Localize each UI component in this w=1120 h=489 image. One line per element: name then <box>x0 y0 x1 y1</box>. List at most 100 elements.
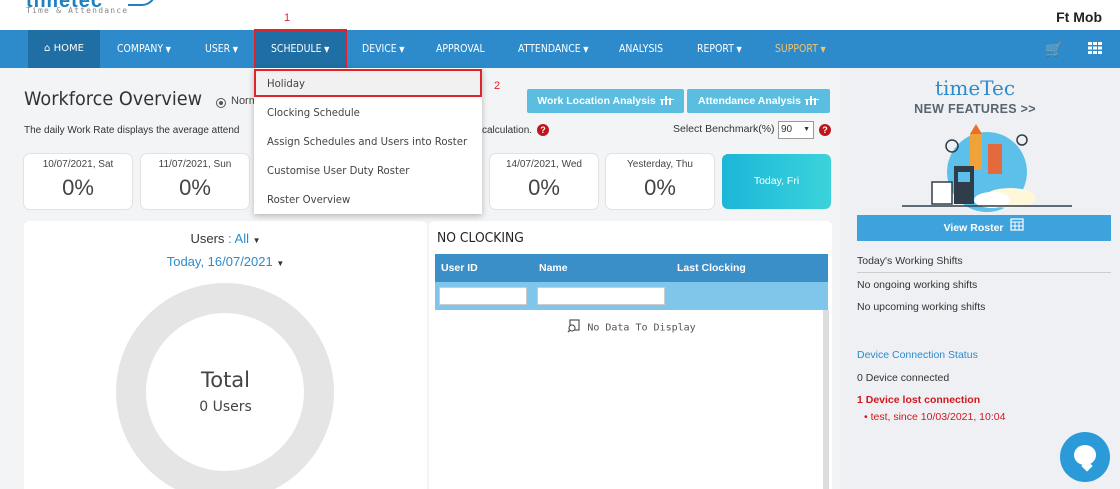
bar-chart-icon <box>804 90 819 105</box>
nav-company-label: COMPANY <box>117 42 164 55</box>
work-location-analysis-label: Work Location Analysis <box>537 95 656 107</box>
no-ongoing-shifts: No ongoing working shifts <box>857 279 978 291</box>
description-end: calculation. <box>482 125 533 136</box>
nav-device[interactable]: DEVICE ▼ <box>362 30 404 68</box>
day-card-date: 10/07/2021, Sat <box>42 159 114 170</box>
cart-icon[interactable]: 🛒 <box>1045 41 1062 58</box>
normal-radio[interactable] <box>216 98 226 108</box>
page-title: Workforce Overview <box>24 88 203 110</box>
nav-home-label: HOME <box>53 43 84 54</box>
today-card[interactable]: Today, Fri <box>722 154 831 209</box>
day-card[interactable]: Yesterday, Thu 0% <box>606 154 714 209</box>
working-shifts-title: Today's Working Shifts <box>857 255 963 267</box>
menu-item-assign-schedules[interactable]: Assign Schedules and Users into Roster <box>267 135 467 148</box>
caret-down-icon: ▼ <box>803 126 810 133</box>
menu-item-roster-overview[interactable]: Roster Overview <box>267 193 350 206</box>
attendance-analysis-button[interactable]: Attendance Analysis <box>687 89 830 113</box>
top-header: timetec Time & Attendance Ft Mob <box>0 0 1120 30</box>
view-roster-button[interactable]: View Roster <box>857 215 1111 241</box>
user-id-filter-input[interactable] <box>439 287 527 305</box>
day-card-rate: 0% <box>644 175 676 200</box>
grid-menu-icon[interactable] <box>1087 40 1103 59</box>
help-icon[interactable]: ? <box>537 124 549 136</box>
caret-down-icon: ▼ <box>583 45 589 54</box>
nav-support-label: SUPPORT <box>775 42 818 55</box>
day-card[interactable]: 14/07/2021, Wed 0% <box>490 154 598 209</box>
donut-total-users: 0 Users <box>199 399 252 415</box>
nav-analysis[interactable]: ANALYSIS <box>619 30 663 68</box>
new-features-illustration <box>892 120 1082 217</box>
chat-bubble-button[interactable] <box>1060 432 1110 482</box>
nav-approval[interactable]: APPROVAL <box>436 30 485 68</box>
caret-down-icon: ▼ <box>232 45 238 54</box>
device-status-link[interactable]: Device Connection Status <box>857 349 978 361</box>
bar-chart-icon <box>659 90 674 105</box>
nav-report-label: REPORT <box>697 42 734 55</box>
no-clocking-table-header: User ID Name Last Clocking <box>435 254 828 282</box>
column-name[interactable]: Name <box>539 254 568 282</box>
donut-total-label: Total <box>200 368 251 392</box>
nav-approval-label: APPROVAL <box>436 42 485 55</box>
no-clocking-filter-row <box>435 282 828 310</box>
home-icon: ⌂ <box>44 43 51 54</box>
nav-report[interactable]: REPORT ▼ <box>697 30 742 68</box>
day-card-rate: 0% <box>62 175 94 200</box>
name-filter-input[interactable] <box>537 287 665 305</box>
table-scrollbar[interactable] <box>823 310 829 489</box>
day-card-rate: 0% <box>528 175 560 200</box>
column-user-id[interactable]: User ID <box>441 254 478 282</box>
benchmark-select[interactable]: 90 ▼ <box>778 121 814 139</box>
day-card[interactable]: 10/07/2021, Sat 0% <box>24 154 132 209</box>
help-icon[interactable]: ? <box>819 124 831 136</box>
users-label: Users <box>190 231 225 246</box>
view-roster-label: View Roster <box>943 222 1004 234</box>
caret-down-icon[interactable]: ▼ <box>253 236 261 245</box>
users-filter-value: All <box>234 231 249 246</box>
device-lost-count: 1 Device lost connection <box>857 394 981 406</box>
date-selector[interactable]: Today, 16/07/2021 ▼ <box>24 254 427 269</box>
users-filter-dropdown[interactable]: : All <box>228 231 249 246</box>
nav-home[interactable]: ⌂ HOME <box>28 30 100 68</box>
no-data-icon <box>567 319 581 336</box>
calendar-icon <box>1010 215 1025 241</box>
work-location-analysis-button[interactable]: Work Location Analysis <box>527 89 684 113</box>
caret-down-icon: ▼ <box>165 45 171 54</box>
menu-item-customise-roster[interactable]: Customise User Duty Roster <box>267 164 409 177</box>
caret-down-icon: ▼ <box>399 45 405 54</box>
no-clocking-title: NO CLOCKING <box>437 231 524 246</box>
annotation-step-1: 1 <box>284 12 291 24</box>
day-card[interactable]: 11/07/2021, Sun 0% <box>141 154 249 209</box>
no-clocking-panel: NO CLOCKING User ID Name Last Clocking N… <box>429 221 832 489</box>
caret-down-icon: ▼ <box>820 45 826 54</box>
caret-down-icon: ▼ <box>736 45 742 54</box>
nav-user[interactable]: USER ▼ <box>205 30 238 68</box>
logo-arc-icon <box>128 0 156 6</box>
device-lost-item: • test, since 10/03/2021, 10:04 <box>864 411 1006 423</box>
no-data-message: No Data To Display <box>429 319 834 336</box>
benchmark-label: Select Benchmark(%) <box>673 123 775 135</box>
annotation-step-2: 2 <box>494 80 501 92</box>
device-lost-item-text: test, since 10/03/2021, 10:04 <box>870 411 1006 423</box>
caret-down-icon: ▼ <box>276 259 285 268</box>
day-card-rate: 0% <box>179 175 211 200</box>
menu-item-clocking-schedule[interactable]: Clocking Schedule <box>267 106 360 119</box>
nav-company[interactable]: COMPANY ▼ <box>117 30 171 68</box>
main-navbar: ⌂ HOME COMPANY ▼ USER ▼ SCHEDULE ▼ DEVICE ▼ … <box>0 30 1120 68</box>
date-value: Today, 16/07/2021 <box>166 254 273 269</box>
timetec-brand[interactable]: timeTec <box>840 76 1110 100</box>
no-upcoming-shifts: No upcoming working shifts <box>857 301 986 313</box>
nav-attendance-label: ATTENDANCE <box>518 42 581 55</box>
benchmark-value: 90 <box>781 124 793 135</box>
nav-support[interactable]: SUPPORT ▼ <box>775 30 826 68</box>
column-last-clocking[interactable]: Last Clocking <box>677 254 746 282</box>
users-panel: Users : All ▼ Today, 16/07/2021 ▼ Total … <box>24 221 427 489</box>
user-name[interactable]: Ft Mob <box>1056 9 1102 25</box>
no-data-text: No Data To Display <box>587 322 696 334</box>
nav-attendance[interactable]: ATTENDANCE ▼ <box>518 30 588 68</box>
divider <box>857 272 1111 273</box>
highlight-schedule <box>254 29 347 70</box>
logo-subtitle: Time & Attendance <box>26 6 129 15</box>
users-filter-line: Users : All ▼ <box>24 231 427 246</box>
nav-device-label: DEVICE <box>362 42 397 55</box>
new-features-link[interactable]: NEW FEATURES >> <box>840 102 1110 116</box>
